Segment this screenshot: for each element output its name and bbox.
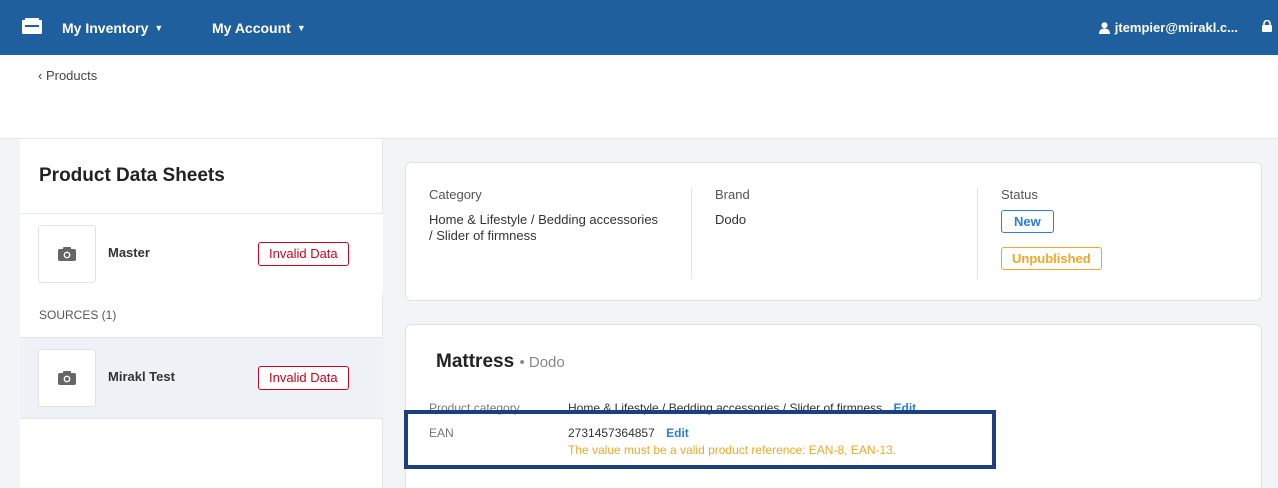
ean-highlight-box [404, 410, 996, 469]
sources-label: SOURCES (1) [39, 308, 117, 322]
user-icon [1098, 21, 1110, 34]
nav-my-inventory[interactable]: My Inventory ▼ [62, 0, 163, 55]
nav-my-account[interactable]: My Account ▼ [212, 0, 306, 55]
nav-my-account-label: My Account [212, 19, 291, 36]
sidebar: Product Data Sheets Master Invalid Data … [20, 139, 383, 488]
invalid-data-badge: Invalid Data [258, 242, 349, 266]
column-divider [977, 187, 978, 279]
brand-column: Brand Dodo [715, 187, 750, 228]
chevron-down-icon: ▼ [296, 22, 306, 33]
user-menu[interactable]: jtempier@mirakl.c... [1098, 0, 1238, 55]
product-info-card: Category Home & Lifestyle / Bedding acce… [405, 162, 1262, 301]
sheet-master-name: Master [108, 245, 150, 260]
nav-my-inventory-label: My Inventory [62, 19, 149, 36]
user-email: jtempier@mirakl.c... [1114, 20, 1238, 35]
sheet-master[interactable]: Master Invalid Data [20, 213, 383, 295]
category-value: Home & Lifestyle / Bedding accessories /… [429, 212, 659, 243]
top-navigation-bar: My Inventory ▼ My Account ▼ jtempier@mir… [0, 0, 1278, 55]
category-label: Category [429, 187, 482, 202]
sheet-source-mirakl-test[interactable]: Mirakl Test Invalid Data [20, 337, 383, 419]
breadcrumb-products-link[interactable]: ‹ Products [38, 68, 97, 83]
status-unpublished-badge: Unpublished [1001, 247, 1102, 270]
brand-label: Brand [715, 187, 750, 202]
invalid-data-badge: Invalid Data [258, 366, 349, 390]
product-brand: • Dodo [519, 354, 565, 371]
status-label: Status [1001, 187, 1038, 202]
camera-icon [58, 371, 76, 385]
product-thumbnail [38, 349, 96, 407]
status-column: Status New Unpublished [1001, 187, 1102, 270]
sheet-source-name: Mirakl Test [108, 369, 175, 384]
status-new-badge: New [1001, 210, 1054, 233]
brand-value: Dodo [715, 212, 747, 227]
product-title: Mattress • Dodo [436, 351, 565, 373]
breadcrumb-bar: ‹ Products [0, 55, 1278, 139]
product-name: Mattress [436, 351, 515, 372]
category-column: Category Home & Lifestyle / Bedding acce… [429, 187, 659, 244]
product-thumbnail [38, 225, 96, 283]
sidebar-title: Product Data Sheets [39, 165, 225, 186]
app-logo-icon[interactable] [22, 18, 42, 34]
camera-icon [58, 247, 76, 261]
column-divider [691, 187, 692, 279]
lock-icon[interactable] [1262, 20, 1272, 32]
chevron-down-icon: ▼ [154, 22, 164, 33]
